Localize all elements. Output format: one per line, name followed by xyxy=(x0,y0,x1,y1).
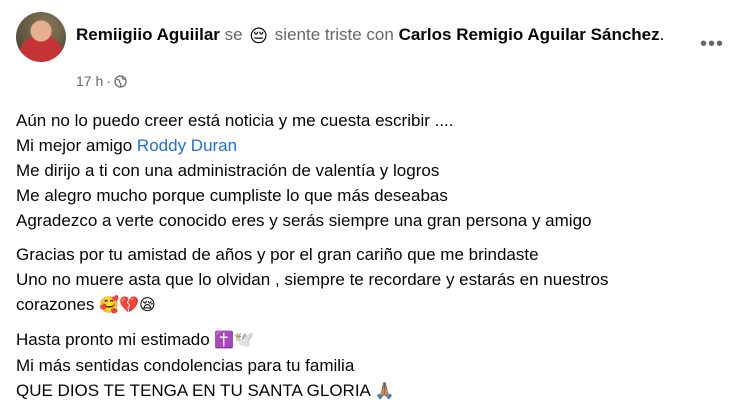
text-line: Mi mejor amigo Roddy Duran xyxy=(16,133,716,158)
text-fragment: corazones xyxy=(16,295,100,314)
tagged-suffix: . xyxy=(659,25,665,44)
text-line: Me alegro mucho porque cumpliste lo que … xyxy=(16,186,448,205)
more-options-icon[interactable]: ••• xyxy=(700,34,724,54)
emoji-group: ✝️🕊️ xyxy=(214,332,255,349)
text-line: Uno no muere asta que lo olvidan , siemp… xyxy=(16,270,609,289)
text-fragment: QUE DIOS TE TENGA EN TU SANTA GLORIA xyxy=(16,381,375,400)
text-line: Aún no lo puedo creer está noticia y me … xyxy=(16,111,454,130)
text-line: Me dirijo a ti con una administración de… xyxy=(16,161,440,180)
emoji-group: 🥰💔😪 xyxy=(99,297,156,314)
globe-icon[interactable] xyxy=(114,74,127,88)
meta-separator: · xyxy=(106,73,111,89)
tagged-person[interactable]: Carlos Remigio Aguilar Sánchez xyxy=(399,25,660,44)
feeling-text: siente triste con xyxy=(270,25,399,44)
mention-link[interactable]: Roddy Duran xyxy=(137,136,237,155)
feeling-connector: se xyxy=(219,25,248,44)
post-body: Aún no lo puedo creer está noticia y me … xyxy=(16,108,716,404)
post-timestamp[interactable]: 17 h xyxy=(76,73,103,89)
sad-feeling-icon: 😔 xyxy=(249,26,269,46)
text-line: Hasta pronto mi estimado ✝️🕊️ xyxy=(16,327,716,353)
text-line: Mi más sentidas condolencias para tu fam… xyxy=(16,356,355,375)
text-fragment: Mi mejor amigo xyxy=(16,136,137,155)
text-line: QUE DIOS TE TENGA EN TU SANTA GLORIA 🙏🏽 xyxy=(16,378,716,404)
emoji-group: 🙏🏽 xyxy=(374,383,395,400)
paragraph-1: Aún no lo puedo creer está noticia y me … xyxy=(16,108,716,233)
text-line: Gracias por tu amistad de años y por el … xyxy=(16,245,539,264)
author-avatar[interactable] xyxy=(16,12,66,62)
paragraph-3: Hasta pronto mi estimado ✝️🕊️ Mi más sen… xyxy=(16,327,716,404)
text-line: corazones 🥰💔😪 xyxy=(16,292,716,318)
text-line: Agradezco a verte conocido eres y serás … xyxy=(16,211,592,230)
post-header: Remiigiio Aguiilar se 😔 siente triste co… xyxy=(16,12,723,92)
text-fragment: Hasta pronto mi estimado xyxy=(16,330,215,349)
paragraph-2: Gracias por tu amistad de años y por el … xyxy=(16,242,716,318)
author-name[interactable]: Remiigiio Aguiilar xyxy=(76,25,220,44)
post-meta: 17 h · xyxy=(76,73,127,89)
post-heading: Remiigiio Aguiilar se 😔 siente triste co… xyxy=(76,22,676,49)
